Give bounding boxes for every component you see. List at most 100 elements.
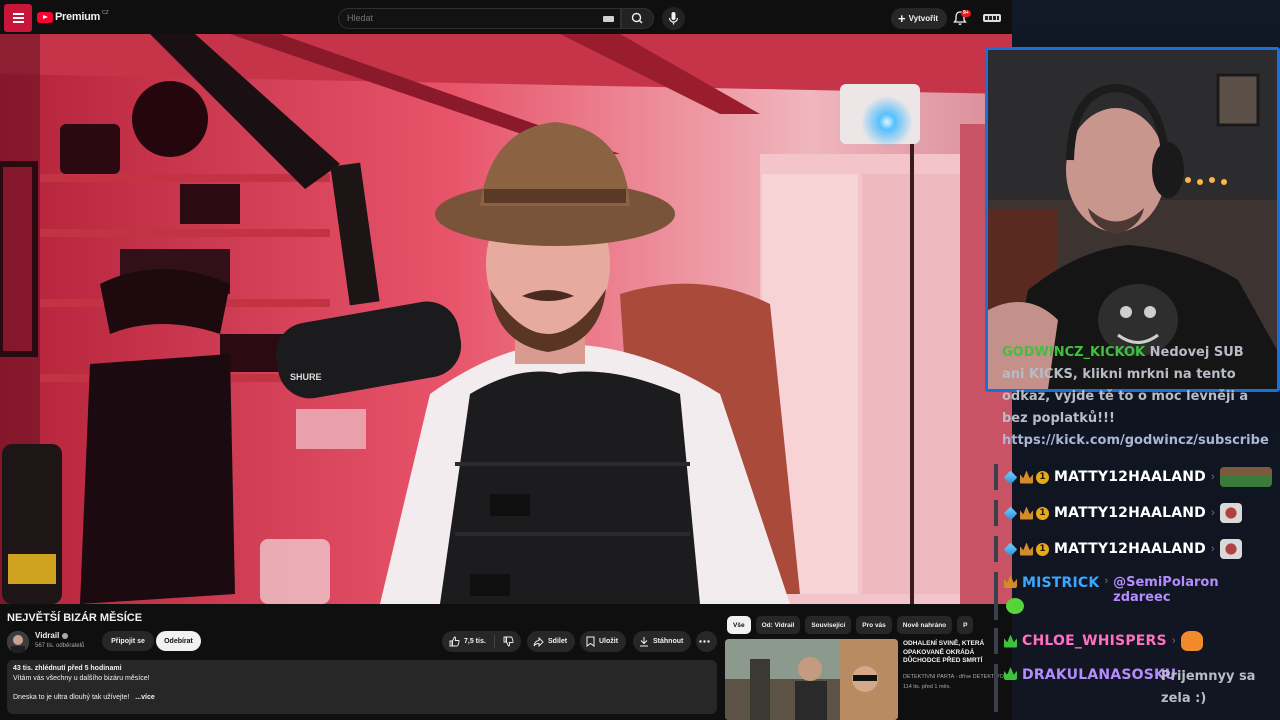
like-dislike-group: 7,5 tis. (442, 631, 521, 652)
subscriber-count: 567 tis. odběratelů (35, 643, 85, 649)
chat-username[interactable]: MATTY12HAALAND (1054, 541, 1206, 557)
recommended-video[interactable]: ODHALENÍ SVINĚ, KTERÁ OPAKOVANĚ OKRÁDÁ D… (725, 639, 1012, 720)
recommended-title[interactable]: ODHALENÍ SVINĚ, KTERÁ OPAKOVANĚ OKRÁDÁ D… (903, 640, 1008, 666)
video-player[interactable]: SHURE (0, 34, 1012, 604)
chat-message: 1 MATTY12HAALAND › (994, 464, 1280, 490)
thumbs-down-icon (503, 636, 514, 647)
menu-icon (13, 13, 24, 15)
subscribe-button[interactable]: Odebírat (156, 631, 201, 651)
chat-message-bar (994, 664, 998, 712)
share-icon (533, 636, 544, 647)
crown-badge-icon (1004, 667, 1017, 680)
recommended-thumbnail[interactable] (725, 639, 898, 720)
keyboard-icon[interactable] (603, 16, 614, 22)
description-text: Dneska to je ultra dlouhý tak užívejte! (13, 694, 130, 701)
chat-message: 1 MATTY12HAALAND › (994, 536, 1280, 562)
recommended-stats: 114 tis. před 1 měs. (903, 684, 951, 690)
description-box[interactable]: 43 tis. zhlédnutí před 5 hodinami Vítám … (7, 660, 717, 714)
search-icon (631, 12, 643, 24)
recommended-channel[interactable]: DETEKTIVNÍ PARTA - dříve DETEKTIVOVÉ (903, 674, 1008, 680)
save-label: Uložit (599, 638, 619, 645)
chip-more[interactable]: P (957, 616, 974, 634)
chat-message: CHLOE_WHISPERS › (994, 628, 1280, 654)
download-icon (640, 637, 648, 647)
dislike-button[interactable] (495, 631, 521, 652)
crown-badge-icon (1020, 506, 1033, 520)
description-line: Vítám vás všechny u dalšího bizáru měsíc… (13, 675, 150, 682)
voice-search-button[interactable] (662, 7, 685, 30)
chip-for-you[interactable]: Pro vás (856, 616, 892, 634)
chip-related[interactable]: Související (805, 616, 852, 634)
gift-badge-icon: 1 (1036, 542, 1049, 556)
more-actions-button[interactable] (696, 631, 717, 652)
related-filter-chips: Vše Od: Vidrail Související Pro vás Nově… (727, 616, 1012, 634)
more-horizontal-icon (699, 640, 710, 643)
menu-button[interactable] (4, 4, 32, 32)
chat-message-bar (994, 628, 998, 654)
account-avatar[interactable] (983, 11, 1001, 25)
chat-message: 1 MATTY12HAALAND › (994, 500, 1280, 526)
menu-icon-line (13, 17, 24, 19)
chat-emote (1006, 598, 1024, 614)
logo-region: CZ (101, 10, 109, 16)
show-more-link[interactable]: ...více (135, 694, 154, 701)
chat-username[interactable]: MISTRICK (1022, 575, 1100, 591)
chat-emote (1219, 467, 1272, 487)
sub-promo-link[interactable]: https://kick.com/godwincz/subscribe (1002, 433, 1269, 448)
chat-emote (1180, 631, 1203, 651)
verified-icon (62, 632, 69, 639)
chat-emote (1219, 503, 1242, 523)
chip-from-channel[interactable]: Od: Vidrail (755, 616, 801, 634)
video-title: NEJVĚTŠÍ BIZÁR MĚSÍCE (7, 612, 143, 624)
save-button[interactable]: Uložit (580, 631, 627, 652)
description-line-2: Dneska to je ultra dlouhý tak užívejte! … (13, 694, 711, 701)
chat-username[interactable]: DRAKULANASOSKU (1022, 667, 1176, 683)
channel-avatar[interactable] (7, 631, 29, 653)
chat-username[interactable]: MATTY12HAALAND (1054, 505, 1206, 521)
gift-badge-icon: 1 (1036, 506, 1049, 520)
sub-promo-message: GODWINCZ_KICKOK Nedovej SUB ani KICKS, k… (1002, 342, 1269, 452)
chip-recently-uploaded[interactable]: Nově nahráno (896, 616, 953, 634)
channel-name-row[interactable]: Vidrail (35, 631, 69, 640)
video-frame: SHURE (0, 34, 1012, 604)
like-button[interactable]: 7,5 tis. (442, 631, 494, 652)
search-button[interactable] (621, 8, 654, 29)
microphone-brand: SHURE (290, 372, 322, 382)
search-box[interactable] (338, 8, 621, 29)
download-button[interactable]: Stáhnout (633, 631, 692, 652)
join-button[interactable]: Připojit se (102, 631, 154, 651)
download-label: Stáhnout (653, 638, 684, 645)
create-label: Vytvořit (908, 14, 939, 23)
chat-username[interactable]: MATTY12HAALAND (1054, 469, 1206, 485)
subscriber-badge-icon (1003, 506, 1018, 520)
youtube-logo[interactable]: Premium CZ (37, 10, 109, 23)
share-button[interactable]: Sdílet (527, 631, 576, 652)
sub-promo-user: GODWINCZ_KICKOK (1002, 345, 1146, 360)
chevron-right-icon: › (1211, 471, 1215, 483)
chat-message: DRAKULANASOSKU › Prijemnyy sa zela :) (994, 664, 1280, 712)
webcam-feed (988, 50, 1277, 389)
view-count-date: 43 tis. zhlédnutí před 5 hodinami (13, 665, 122, 672)
plus-icon: + (898, 11, 906, 26)
recommended-thumbnail-image (725, 639, 898, 720)
subscriber-badge-icon (1003, 470, 1018, 484)
chip-all[interactable]: Vše (727, 616, 751, 634)
logo-text: Premium (55, 11, 100, 23)
search-input[interactable] (347, 13, 587, 23)
chat-message-bar (994, 464, 998, 490)
chevron-right-icon: › (1171, 635, 1176, 647)
chat-message-bar (994, 500, 998, 526)
chat-message-bar (994, 572, 998, 620)
chat-message: MISTRICK › @SemiPolaron zdareec (994, 572, 1280, 620)
crown-badge-icon (1020, 542, 1033, 556)
chat-username[interactable]: CHLOE_WHISPERS (1022, 633, 1167, 649)
channel-avatar-image (7, 631, 29, 653)
channel-name[interactable]: Vidrail (35, 631, 59, 640)
crown-badge-icon (1020, 470, 1033, 484)
chat-message-text: Prijemnyy sa zela :) (1161, 669, 1256, 706)
create-button[interactable]: + Vytvořit (891, 8, 948, 29)
chat-message-text: @SemiPolaron zdareec (1113, 575, 1219, 605)
microphone-icon (668, 12, 679, 25)
crown-badge-icon (1004, 575, 1017, 588)
chevron-right-icon: › (1211, 507, 1215, 519)
